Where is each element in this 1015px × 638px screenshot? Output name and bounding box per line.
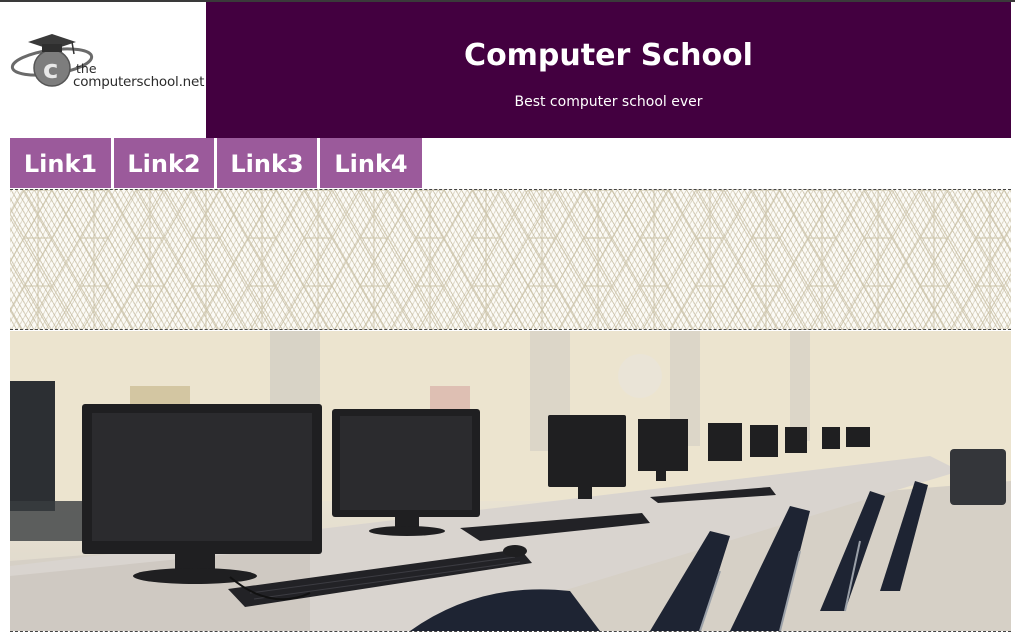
computer-lab-illustration [10,331,1011,631]
computer-lab-image [10,331,1011,631]
nav-link-3[interactable]: Link3 [217,138,317,188]
site-logo[interactable]: c the computerschool.net [10,2,206,138]
nav-link-2[interactable]: Link2 [114,138,214,188]
bottom-divider [10,631,1011,632]
nav-link-1[interactable]: Link1 [10,138,111,188]
page-subtitle: Best computer school ever [514,94,703,110]
pattern-icon [10,190,1011,329]
main-nav: Link1 Link2 Link3 Link4 [10,138,422,188]
svg-text:c: c [43,55,58,85]
page-title: Computer School [464,38,753,73]
graduation-cap-globe-icon: c [10,34,94,87]
header-banner: Computer School Best computer school eve… [206,2,1011,138]
nav-link-4[interactable]: Link4 [320,138,422,188]
geometric-pattern-banner [10,189,1011,330]
logo-wordmark: computerschool.net [73,74,205,90]
